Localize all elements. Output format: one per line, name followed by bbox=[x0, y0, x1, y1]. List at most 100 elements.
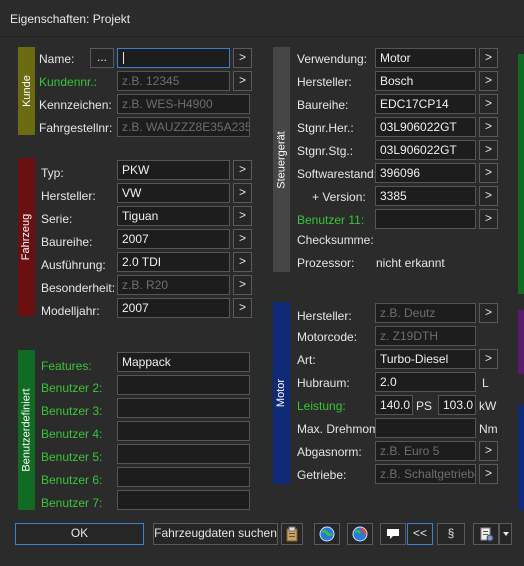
stgnr-her-field[interactable]: 03L906022GT bbox=[375, 117, 476, 137]
hubraum-field[interactable]: 2.0 bbox=[375, 372, 476, 392]
section-benutzerdefiniert: Benutzerdefiniert bbox=[18, 350, 35, 510]
fz-hersteller-arrow-button[interactable]: > bbox=[233, 183, 252, 203]
benutzer-7-label: Benutzer 7: bbox=[41, 496, 103, 510]
motorcode-field[interactable]: z. Z19DTH bbox=[375, 326, 476, 346]
fz-hersteller-label: Hersteller: bbox=[41, 189, 96, 203]
typ-label: Typ: bbox=[41, 166, 64, 180]
benutzer-3-field[interactable] bbox=[117, 398, 250, 418]
stgnr-stg-field[interactable]: 03L906022GT bbox=[375, 140, 476, 160]
kundennr-field[interactable]: z.B. 12345 bbox=[117, 71, 230, 91]
sg-hersteller-field[interactable]: Bosch bbox=[375, 71, 476, 91]
fz-baureihe-arrow-button[interactable]: > bbox=[233, 229, 252, 249]
verwendung-field[interactable]: Motor bbox=[375, 48, 476, 68]
ausfuehrung-arrow-button[interactable]: > bbox=[233, 252, 252, 272]
motor-hersteller-field[interactable]: z.B. Deutz bbox=[375, 303, 476, 323]
getriebe-field[interactable]: z.B. Schaltgetriebe bbox=[375, 464, 476, 484]
benutzer-11-field[interactable] bbox=[375, 209, 476, 229]
stgnr-her-label: Stgnr.Her.: bbox=[297, 121, 354, 135]
getriebe-label: Getriebe: bbox=[297, 468, 347, 482]
name-arrow-button[interactable]: > bbox=[233, 48, 252, 68]
art-label: Art: bbox=[297, 353, 316, 367]
benutzer-5-field[interactable] bbox=[117, 444, 250, 464]
hubraum-unit: L bbox=[482, 376, 489, 390]
section-kunde: Kunde bbox=[18, 47, 35, 135]
globe-refresh-icon[interactable] bbox=[347, 523, 373, 545]
serie-arrow-button[interactable]: > bbox=[233, 206, 252, 226]
getriebe-arrow-button[interactable]: > bbox=[479, 464, 498, 484]
art-arrow-button[interactable]: > bbox=[479, 349, 498, 369]
modelljahr-arrow-button[interactable]: > bbox=[233, 298, 252, 318]
features-label: Features: bbox=[41, 359, 92, 373]
typ-field[interactable]: PKW bbox=[117, 160, 230, 180]
typ-arrow-button[interactable]: > bbox=[233, 160, 252, 180]
globe-icon[interactable] bbox=[314, 523, 340, 545]
besonderheit-field[interactable]: z.B. R20 bbox=[117, 275, 230, 295]
verwendung-label: Verwendung: bbox=[297, 52, 368, 66]
kennzeichen-label: Kennzeichen: bbox=[39, 98, 112, 112]
fz-baureihe-field[interactable]: 2007 bbox=[117, 229, 230, 249]
ausfuehrung-field[interactable]: 2.0 TDI bbox=[117, 252, 230, 272]
sg-baureihe-arrow-button[interactable]: > bbox=[479, 94, 498, 114]
fahrzeugdaten-suchen-button[interactable]: Fahrzeugdaten suchen bbox=[153, 523, 278, 545]
stgnr-stg-label: Stgnr.Stg.: bbox=[297, 144, 354, 158]
benutzer-6-field[interactable] bbox=[117, 467, 250, 487]
benutzer-7-field[interactable] bbox=[117, 490, 250, 510]
name-label: Name: bbox=[39, 52, 75, 66]
softwarestand-label: Softwarestand: bbox=[297, 167, 378, 181]
benutzer-2-field[interactable] bbox=[117, 375, 250, 395]
section-fahrzeug: Fahrzeug bbox=[18, 158, 35, 316]
version-field[interactable]: 3385 bbox=[375, 186, 476, 206]
benutzer-3-label: Benutzer 3: bbox=[41, 404, 103, 418]
benutzer-4-field[interactable] bbox=[117, 421, 250, 441]
drehmoment-unit: Nm bbox=[479, 422, 498, 436]
leistung-kw-unit: kW bbox=[479, 399, 497, 413]
sg-hersteller-arrow-button[interactable]: > bbox=[479, 71, 498, 91]
ausfuehrung-label: Ausführung: bbox=[41, 258, 106, 272]
clipboard-icon[interactable] bbox=[281, 523, 303, 545]
benutzer-11-label: Benutzer 11: bbox=[297, 213, 365, 227]
modelljahr-field[interactable]: 2007 bbox=[117, 298, 230, 318]
serie-field[interactable]: Tiguan bbox=[117, 206, 230, 226]
kennzeichen-field[interactable]: z.B. WES-H4900 bbox=[117, 94, 250, 114]
serie-label: Serie: bbox=[41, 212, 73, 226]
text-cursor bbox=[123, 52, 124, 64]
back-button[interactable]: << bbox=[407, 523, 433, 545]
paragraph-button[interactable]: § bbox=[437, 523, 465, 545]
document-settings-icon[interactable] bbox=[473, 523, 499, 545]
softwarestand-arrow-button[interactable]: > bbox=[479, 163, 498, 183]
section-steuergeraet: Steuergerät bbox=[273, 47, 290, 272]
benutzer-11-arrow-button[interactable]: > bbox=[479, 209, 498, 229]
verwendung-arrow-button[interactable]: > bbox=[479, 48, 498, 68]
benutzer-2-label: Benutzer 2: bbox=[41, 381, 103, 395]
abgasnorm-field[interactable]: z.B. Euro 5 bbox=[375, 441, 476, 461]
leistung-kw-field[interactable]: 103.0 bbox=[438, 395, 476, 415]
section-edge-green bbox=[518, 54, 524, 294]
besonderheit-arrow-button[interactable]: > bbox=[233, 275, 252, 295]
leistung-ps-unit: PS bbox=[416, 399, 433, 413]
leistung-label: Leistung: bbox=[297, 399, 346, 413]
drehmoment-field[interactable] bbox=[375, 418, 476, 438]
leistung-ps-field[interactable]: 140.0 bbox=[375, 395, 413, 415]
version-arrow-button[interactable]: > bbox=[479, 186, 498, 206]
fz-hersteller-field[interactable]: VW bbox=[117, 183, 230, 203]
section-edge-purple bbox=[518, 310, 524, 374]
sg-baureihe-label: Baureihe: bbox=[297, 98, 349, 112]
art-field[interactable]: Turbo-Diesel bbox=[375, 349, 476, 369]
stgnr-her-arrow-button[interactable]: > bbox=[479, 117, 498, 137]
sg-baureihe-field[interactable]: EDC17CP14 bbox=[375, 94, 476, 114]
motor-hersteller-arrow-button[interactable]: > bbox=[479, 303, 498, 323]
features-field[interactable]: Mappack bbox=[117, 352, 250, 372]
stgnr-stg-arrow-button[interactable]: > bbox=[479, 140, 498, 160]
speech-bubble-icon[interactable] bbox=[380, 523, 406, 545]
fahrgestellnr-field[interactable]: z.B. WAUZZZ8E35A235 bbox=[117, 117, 250, 137]
name-field[interactable] bbox=[117, 48, 230, 68]
ok-button[interactable]: OK bbox=[15, 523, 144, 545]
kundennr-label: Kundennr.: bbox=[39, 75, 98, 89]
name-browse-button[interactable]: ... bbox=[90, 48, 114, 68]
softwarestand-field[interactable]: 396096 bbox=[375, 163, 476, 183]
dropdown-chevron-icon[interactable] bbox=[499, 523, 512, 545]
kundennr-arrow-button[interactable]: > bbox=[233, 71, 252, 91]
fahrgestellnr-label: Fahrgestellnr: bbox=[39, 121, 113, 135]
fz-baureihe-label: Baureihe: bbox=[41, 235, 93, 249]
abgasnorm-arrow-button[interactable]: > bbox=[479, 441, 498, 461]
